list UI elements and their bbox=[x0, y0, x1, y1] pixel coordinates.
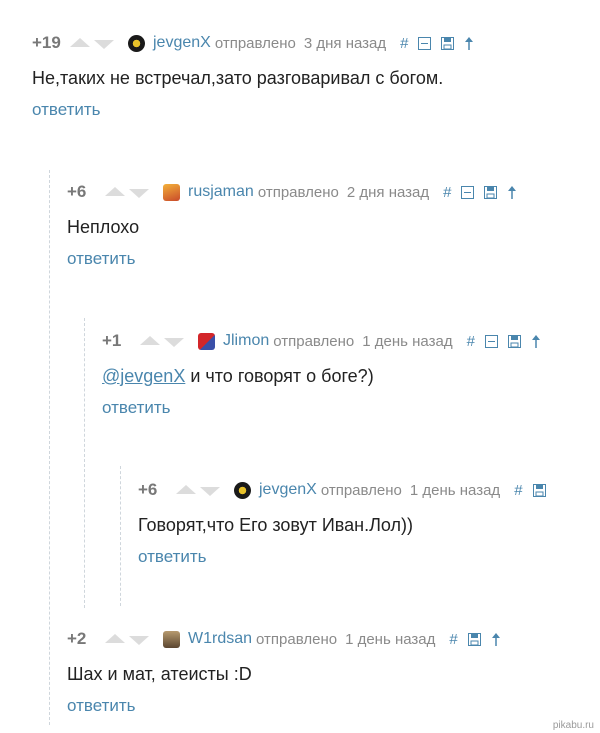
permalink-icon[interactable]: # bbox=[514, 482, 522, 499]
comment: +2 W1rdsan отправлено 1 день назад # Шах… bbox=[67, 628, 511, 716]
comment-date[interactable]: 2 дня назад bbox=[347, 184, 429, 201]
comment-text: Говорят,что Его зовут Иван.Лол)) bbox=[138, 515, 413, 535]
author-link[interactable]: rusjaman bbox=[188, 183, 254, 201]
rating: +2 bbox=[67, 629, 87, 648]
reply-link[interactable]: ответить bbox=[67, 249, 527, 269]
avatar bbox=[163, 183, 180, 201]
reply-link[interactable]: ответить bbox=[138, 547, 556, 567]
thread-line bbox=[84, 318, 86, 608]
avatar bbox=[234, 481, 251, 499]
vote-down-icon[interactable] bbox=[200, 486, 220, 496]
vote-down-icon[interactable] bbox=[129, 635, 149, 645]
arrow-up-icon[interactable] bbox=[464, 36, 474, 50]
rating: +6 bbox=[67, 182, 87, 201]
comment-header: +19 jevgenX отправлено 3 дня назад # bbox=[32, 32, 484, 54]
permalink-icon[interactable]: # bbox=[449, 631, 457, 648]
vote-up-icon[interactable] bbox=[105, 186, 125, 196]
collapse-icon[interactable] bbox=[418, 36, 432, 50]
sent-label: отправлено bbox=[214, 34, 296, 52]
sent-label: отправлено bbox=[257, 183, 339, 201]
rating: +1 bbox=[102, 331, 122, 350]
thread-line bbox=[120, 466, 122, 606]
arrow-up-icon[interactable] bbox=[531, 334, 541, 348]
arrow-up-icon[interactable] bbox=[507, 185, 517, 199]
permalink-icon[interactable]: # bbox=[467, 333, 475, 350]
comment-date[interactable]: 1 день назад bbox=[362, 333, 452, 350]
vote-down-icon[interactable] bbox=[94, 39, 114, 49]
arrow-up-icon[interactable] bbox=[491, 632, 501, 646]
save-icon[interactable] bbox=[532, 483, 546, 497]
comment-text: Шах и мат, атеисты :D bbox=[67, 664, 252, 684]
thread-line bbox=[49, 170, 51, 725]
comment-header: +6 rusjaman отправлено 2 дня назад # bbox=[67, 181, 527, 203]
comment-text: Неплохо bbox=[67, 217, 140, 237]
comment: +6 jevgenX отправлено 1 день назад # Гов… bbox=[138, 479, 556, 567]
rating: +6 bbox=[138, 480, 158, 499]
vote-down-icon[interactable] bbox=[129, 188, 149, 198]
avatar bbox=[198, 332, 215, 350]
vote-up-icon[interactable] bbox=[105, 633, 125, 643]
watermark: pikabu.ru bbox=[552, 720, 594, 731]
comment: +6 rusjaman отправлено 2 дня назад # Неп… bbox=[67, 181, 527, 269]
save-icon[interactable] bbox=[507, 334, 521, 348]
save-icon[interactable] bbox=[467, 632, 481, 646]
vote-up-icon[interactable] bbox=[140, 335, 160, 345]
comment-header: +1 Jlimon отправлено 1 день назад # bbox=[102, 330, 551, 352]
author-link[interactable]: W1rdsan bbox=[188, 630, 252, 648]
comment-date[interactable]: 3 дня назад bbox=[304, 35, 386, 52]
vote-down-icon[interactable] bbox=[164, 337, 184, 347]
comment-text-body: и что говорят о боге?) bbox=[185, 366, 374, 386]
collapse-icon[interactable] bbox=[484, 334, 498, 348]
comment-text: Не,таких не встречал,зато разговаривал с… bbox=[32, 68, 444, 88]
comment-date[interactable]: 1 день назад bbox=[410, 482, 500, 499]
rating: +19 bbox=[32, 33, 61, 52]
permalink-icon[interactable]: # bbox=[443, 184, 451, 201]
comment: +1 Jlimon отправлено 1 день назад # @jev… bbox=[102, 330, 551, 418]
comment-date[interactable]: 1 день назад bbox=[345, 631, 435, 648]
author-link[interactable]: jevgenX bbox=[153, 34, 211, 52]
author-link[interactable]: jevgenX bbox=[259, 481, 317, 499]
comment-text: @jevgenX и что говорят о боге?) bbox=[102, 364, 551, 388]
vote-up-icon[interactable] bbox=[70, 37, 90, 47]
sent-label: отправлено bbox=[273, 332, 355, 350]
reply-link[interactable]: ответить bbox=[32, 100, 484, 120]
avatar bbox=[163, 630, 180, 648]
comment: +19 jevgenX отправлено 3 дня назад # Не,… bbox=[32, 32, 484, 120]
sent-label: отправлено bbox=[320, 481, 402, 499]
collapse-icon[interactable] bbox=[461, 185, 475, 199]
mention-link[interactable]: @jevgenX bbox=[102, 366, 185, 386]
author-link[interactable]: Jlimon bbox=[223, 332, 269, 350]
reply-link[interactable]: ответить bbox=[102, 398, 551, 418]
vote-up-icon[interactable] bbox=[176, 484, 196, 494]
comment-header: +6 jevgenX отправлено 1 день назад # bbox=[138, 479, 556, 501]
sent-label: отправлено bbox=[256, 630, 338, 648]
permalink-icon[interactable]: # bbox=[400, 35, 408, 52]
avatar bbox=[128, 34, 145, 52]
reply-link[interactable]: ответить bbox=[67, 696, 511, 716]
save-icon[interactable] bbox=[484, 185, 498, 199]
save-icon[interactable] bbox=[441, 36, 455, 50]
comment-header: +2 W1rdsan отправлено 1 день назад # bbox=[67, 628, 511, 650]
